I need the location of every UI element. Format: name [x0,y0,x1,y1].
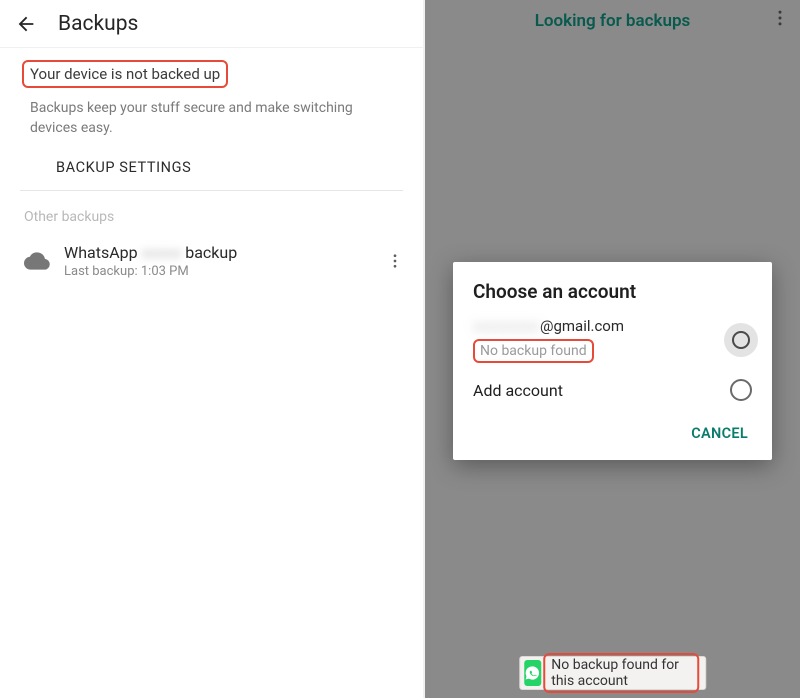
back-arrow-icon[interactable] [10,8,42,40]
right-title: Looking for backups [535,11,691,31]
divider [20,190,403,191]
cloud-icon [10,248,64,274]
dialog-title: Choose an account [453,262,772,313]
dialog-actions: CANCEL [453,415,772,460]
email-masked: xxxxxxxxx [473,317,540,335]
whatsapp-icon [524,660,542,686]
header: Backups [0,0,423,48]
backup-description: Backups keep your stuff secure and make … [30,98,393,139]
overflow-menu-icon[interactable] [770,8,790,32]
page-title: Backups [58,12,138,36]
backup-list-item[interactable]: WhatsApp xxxxx backup Last backup: 1:03 … [0,235,423,287]
looking-for-backups-screen: Looking for backups Choose an account xx… [425,0,800,698]
email-domain: @gmail.com [540,317,624,335]
backup-item-suffix: backup [185,243,237,262]
account-email: xxxxxxxxx@gmail.com [473,317,724,335]
choose-account-dialog: Choose an account xxxxxxxxx@gmail.com No… [453,262,772,460]
overflow-menu-icon[interactable] [377,252,413,270]
backup-settings-button[interactable]: BACKUP SETTINGS [56,159,423,176]
account-option[interactable]: xxxxxxxxx@gmail.com No backup found [453,313,772,371]
toast: No backup found for this account [519,656,707,690]
backup-item-title: WhatsApp xxxxx backup [64,243,377,262]
backup-item-masked: xxxxx [142,243,182,262]
backups-screen: Backups Your device is not backed up Bac… [0,0,425,698]
account-status: No backup found [473,339,594,363]
other-backups-heading: Other backups [24,209,399,225]
backup-item-text: WhatsApp xxxxx backup Last backup: 1:03 … [64,243,377,279]
radio-selected-icon[interactable] [724,323,758,357]
add-account-label: Add account [473,381,730,400]
toast-text: No backup found for this account [543,653,699,693]
backup-item-sub: Last backup: 1:03 PM [64,264,377,279]
right-header: Looking for backups [425,0,800,42]
cancel-button[interactable]: CANCEL [691,425,748,442]
backup-item-app: WhatsApp [64,243,138,262]
radio-unselected-icon[interactable] [730,379,752,401]
add-account-option[interactable]: Add account [453,371,772,415]
no-backup-warning: Your device is not backed up [22,60,228,88]
